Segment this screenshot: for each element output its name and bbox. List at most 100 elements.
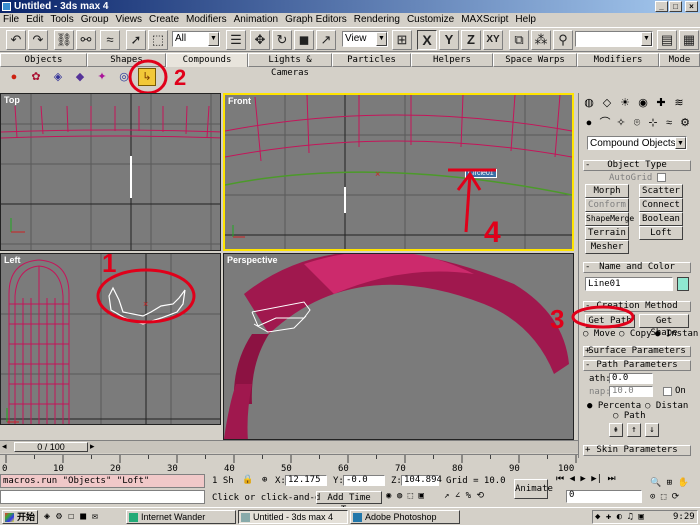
axis-y-button[interactable]: Y [439, 30, 459, 50]
mesher-button[interactable]: Mesher [585, 240, 629, 254]
object-color-swatch[interactable] [677, 277, 689, 291]
schematic-view-icon[interactable]: ▦ [679, 30, 699, 50]
array-icon[interactable]: ⁂ [531, 30, 551, 50]
task-3dsmax[interactable]: Untitled - 3ds max 4 [238, 510, 348, 524]
track-bar[interactable]: 0 10 20 30 40 50 60 70 80 90 100 [0, 454, 578, 474]
morph-button[interactable]: Morph [585, 184, 629, 198]
link-icon[interactable]: ⛓ [54, 30, 74, 50]
axis-x-button[interactable]: X [417, 30, 437, 50]
snap-spinner[interactable]: 10.0 [609, 386, 653, 397]
next-shape-icon[interactable]: ↓ [645, 423, 659, 437]
axis-z-button[interactable]: Z [461, 30, 481, 50]
helpers-icon[interactable]: ✚ [653, 95, 669, 111]
scale-icon[interactable]: ◼ [294, 30, 314, 50]
region-select-icon[interactable]: ⬚ [148, 30, 168, 50]
path-steps-radio[interactable]: ○ Path [613, 411, 646, 421]
move-icon[interactable]: ✥ [250, 30, 270, 50]
tab-particles[interactable]: Particles [332, 53, 411, 67]
scatter-button[interactable]: Scatter [639, 184, 683, 198]
space-warps-icon[interactable]: ≋ [671, 95, 687, 111]
geometry-icon[interactable]: ◍ [581, 95, 597, 111]
add-time-tag-button[interactable]: Add Time Tag [316, 491, 382, 515]
menu-edit[interactable]: Edit [23, 14, 47, 25]
mirror-icon[interactable]: ⧉ [509, 30, 529, 50]
selection-filter-dropdown[interactable]: All ▼ [172, 31, 220, 47]
quicklaunch-icons[interactable]: ◈ ⚙ ☐ ■ ✉ [44, 511, 98, 522]
helper-icon[interactable]: ⊹ [645, 115, 661, 131]
track-view-icon[interactable]: ▤ [657, 30, 677, 50]
lights-icon[interactable]: ☀ [617, 95, 633, 111]
unlink-icon[interactable]: ⚯ [76, 30, 96, 50]
maxscript-input[interactable] [0, 490, 205, 504]
select-object-icon[interactable]: ➚ [126, 30, 146, 50]
menu-file[interactable]: File [0, 14, 23, 25]
reference-coordinate-dropdown[interactable]: View ▼ [342, 31, 388, 47]
select-manipulate-icon[interactable]: ↗ [316, 30, 336, 50]
tab-lights-cameras[interactable]: Lights & Cameras [248, 53, 332, 78]
align-icon[interactable]: ⚲ [553, 30, 573, 50]
shapemerge-button[interactable]: ShapeMerge [585, 212, 634, 226]
time-slider-thumb[interactable]: 0 / 100 [14, 442, 88, 452]
close-button[interactable]: × [685, 1, 698, 12]
warp-icon[interactable]: ≈ [661, 115, 677, 131]
scatter-icon[interactable]: ✿ [28, 69, 44, 85]
menu-maxscript[interactable]: MAXScript [458, 14, 512, 25]
boolean-button[interactable]: Boolean [639, 212, 683, 226]
object-name-field[interactable]: Line01 [585, 277, 673, 291]
connect-icon[interactable]: ◆ [72, 69, 88, 85]
task-internet-wander[interactable]: Internet Wander [126, 510, 236, 524]
start-button[interactable]: 开始 [2, 510, 38, 524]
surface-params-rollout[interactable]: + Surface Parameters [583, 346, 691, 357]
rotate-icon[interactable]: ↻ [272, 30, 292, 50]
viewport-nav-icons[interactable]: ◉ ◍ ⬚ ▣ [386, 491, 424, 501]
animate-button[interactable]: Animate [514, 479, 553, 499]
snap-icons[interactable]: ↗ ∠ % ⟲ [444, 491, 484, 501]
cameras-icon[interactable]: ◉ [635, 95, 651, 111]
get-shape-button[interactable]: Get Shape [639, 314, 689, 338]
y-coordinate[interactable]: -0.0 [343, 475, 385, 486]
autogrid-checkbox[interactable] [657, 173, 666, 182]
viewport-control-icons[interactable]: 🔍 ⊞ ✋ [650, 478, 689, 488]
sphere-icon[interactable]: ● [581, 115, 597, 131]
connect-button[interactable]: Connect [639, 198, 683, 212]
morph-icon[interactable]: ● [6, 69, 22, 85]
category-dropdown[interactable]: Compound Objects ▼ [587, 136, 687, 150]
bind-space-warp-icon[interactable]: ≈ [100, 30, 120, 50]
maximize-button[interactable]: □ [669, 1, 682, 12]
tab-modifiers[interactable]: Modifiers [577, 53, 659, 67]
menu-tools[interactable]: Tools [47, 14, 77, 25]
prev-frame-icon[interactable]: ◂ [2, 441, 7, 452]
loft-button[interactable]: Loft [639, 226, 683, 240]
axis-xy-button[interactable]: XY [483, 30, 503, 50]
light-icon[interactable]: ✧ [613, 115, 629, 131]
systems-icon[interactable]: ⚙ [677, 115, 693, 131]
select-by-name-icon[interactable]: ☰ [226, 30, 246, 50]
on-checkbox[interactable] [663, 387, 672, 396]
menu-modifiers[interactable]: Modifiers [183, 14, 231, 25]
viewport-perspective[interactable]: Perspective [223, 253, 574, 440]
shapemerge-icon[interactable]: ✦ [94, 69, 110, 85]
z-coordinate[interactable]: 104.894 [401, 475, 442, 486]
lock-icon[interactable]: 🔒 [242, 475, 253, 485]
pivot-center-icon[interactable]: ⊞ [392, 30, 412, 50]
instance-radio[interactable]: ● Instan [655, 329, 698, 339]
current-frame-field[interactable]: 0 [566, 490, 642, 503]
named-selection-dropdown[interactable]: ▼ [575, 31, 653, 47]
task-photoshop[interactable]: Adobe Photoshop [350, 510, 460, 524]
x-coordinate[interactable]: 12.175 [285, 475, 327, 486]
absolute-mode-icon[interactable]: ⊕ [262, 475, 267, 485]
playback-controls[interactable]: ⏮ ◀ ▶ ▶| ⏭ [556, 474, 616, 484]
maxscript-listener[interactable]: macros.run "Objects" "Loft" [0, 474, 205, 488]
menu-animation[interactable]: Animation [231, 14, 282, 25]
time-slider[interactable]: 0 / 100 ◂ ▸ [0, 440, 578, 453]
viewport-top[interactable]: Top [0, 93, 221, 251]
next-frame-icon[interactable]: ▸ [90, 441, 95, 452]
path-params-rollout[interactable]: - Path Parameters [583, 360, 691, 371]
path-spinner[interactable]: 0.0 [609, 373, 653, 384]
orbit-icons[interactable]: ⊙ ⬚ ⟳ [650, 492, 679, 502]
menu-help[interactable]: Help [512, 14, 540, 25]
menu-create[interactable]: Create [146, 14, 183, 25]
conform-button[interactable]: Conform [585, 198, 629, 212]
menu-graph-editors[interactable]: Graph Editors [282, 14, 351, 25]
name-color-rollout[interactable]: - Name and Color [583, 262, 691, 273]
